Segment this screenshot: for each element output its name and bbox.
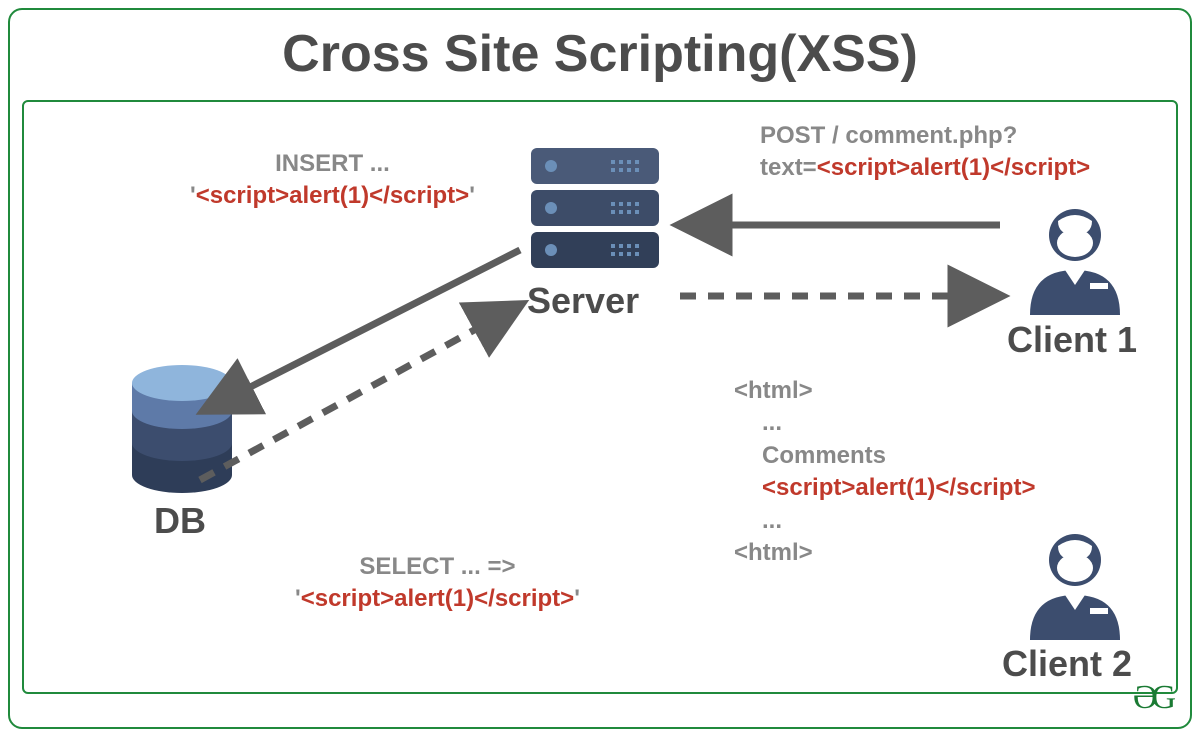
post-prefix: text= (760, 154, 817, 181)
insert-line1: INSERT ... (190, 148, 475, 180)
html-open: <html> (734, 375, 1035, 407)
arrows-layer (0, 0, 1200, 737)
post-line1: POST / comment.php? (760, 120, 1090, 152)
select-payload: <script>alert(1)</script> (301, 585, 574, 612)
db-label: DB (154, 500, 206, 542)
insert-q2: ' (469, 182, 475, 209)
select-line1: SELECT ... => (295, 551, 580, 583)
html-comments: Comments (734, 440, 1035, 472)
annotation-html: <html> ... Comments <script>alert(1)</sc… (734, 375, 1035, 569)
insert-payload: <script>alert(1)</script> (196, 182, 469, 209)
html-dots2: ... (734, 505, 1035, 537)
annotation-select: SELECT ... => '<script>alert(1)</script>… (295, 551, 580, 616)
html-dots1: ... (734, 407, 1035, 439)
select-q2: ' (574, 585, 580, 612)
post-payload: <script>alert(1)</script> (817, 154, 1090, 181)
annotation-insert: INSERT ... '<script>alert(1)</script>' (190, 148, 475, 213)
html-close: <html> (734, 537, 1035, 569)
html-payload: <script>alert(1)</script> (734, 472, 1035, 504)
client2-label: Client 2 (1002, 643, 1132, 685)
client1-label: Client 1 (1007, 319, 1137, 361)
annotation-post: POST / comment.php? text=<script>alert(1… (760, 120, 1090, 185)
gfg-logo: ƏG (1133, 679, 1170, 717)
server-label: Server (527, 280, 639, 322)
